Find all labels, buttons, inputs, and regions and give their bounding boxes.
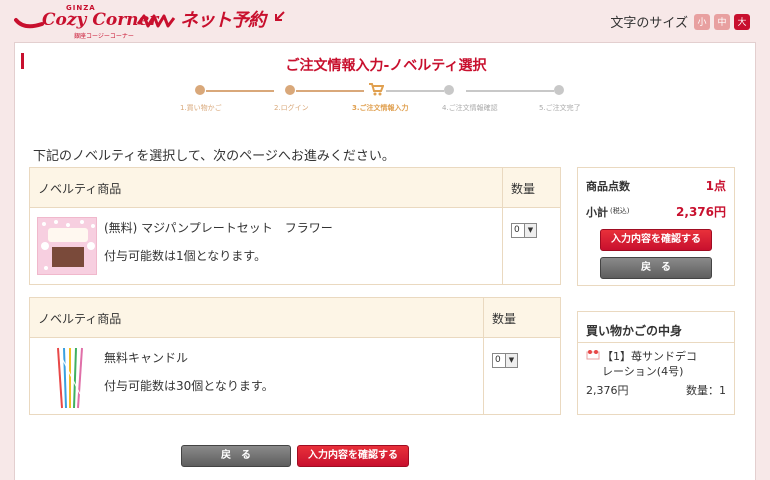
step-1-dot	[195, 85, 205, 95]
chevron-down-icon: ▼	[505, 354, 517, 367]
marzipan-plate-illustration	[38, 218, 96, 274]
net-reservation-text: ネット予約	[180, 10, 266, 31]
step-connector	[386, 90, 444, 92]
font-size-label: 文字のサイズ	[610, 16, 688, 31]
bottom-back-button[interactable]: 戻 る	[181, 445, 291, 467]
step-4-dot	[444, 85, 454, 95]
novelty-name: 無料キャンドル	[104, 351, 189, 365]
step-connector	[466, 90, 554, 92]
novelty-note: 付与可能数は1個となります。	[104, 249, 267, 263]
font-size-switcher: 文字のサイズ 小 中 大	[610, 12, 750, 31]
qty-value: 0	[514, 225, 520, 235]
progress-steps: 1.買い物かご 2.ログイン 3.ご注文情報入力 4.ご注文情報確認 5.ご注文…	[15, 83, 757, 125]
logo-sub-text: 銀座コージーコーナー	[74, 33, 134, 40]
column-header-qty: 数量	[511, 182, 536, 196]
cart-item-price: 2,376円	[586, 384, 629, 397]
main-panel: ご注文情報入力-ノベルティ選択 1.買い物かご 2.ログイン 3.ご注文情報入力…	[14, 42, 756, 480]
step-5-dot	[554, 85, 564, 95]
order-summary-box: 商品点数 1点 小計 (税込) 2,376円 入力内容を確認する 戻 る	[577, 167, 735, 286]
table-header: ノベルティ商品 数量	[30, 168, 560, 208]
novelty-qty-select[interactable]: 0 ▼	[492, 353, 518, 368]
cake-image	[586, 350, 600, 360]
column-divider	[502, 168, 503, 284]
step-3-label: 3.ご注文情報入力	[352, 104, 409, 112]
bottom-confirm-button[interactable]: 入力内容を確認する	[297, 445, 409, 467]
chevron-down-icon: ▼	[524, 224, 536, 237]
site-header: GINZA Cozy Corner 銀座コージーコーナー ネット予約 文字のサイ…	[0, 0, 770, 40]
cart-item-name-line2[interactable]: レーション(4号)	[602, 363, 683, 379]
step-2-label: 2.ログイン	[274, 104, 309, 112]
font-size-large-button[interactable]: 大	[734, 13, 750, 30]
subtotal-value: 2,376円	[676, 205, 726, 219]
net-reservation-banner[interactable]: ネット予約	[136, 4, 286, 34]
subtotal-label: 小計	[586, 206, 608, 219]
novelty-qty-select[interactable]: 0 ▼	[511, 223, 537, 238]
qty-value: 0	[495, 355, 501, 365]
back-button[interactable]: 戻 る	[600, 257, 712, 279]
subtotal-tax-label: (税込)	[610, 207, 630, 215]
novelty-name: (無料) マジパンプレートセット フラワー	[104, 221, 333, 235]
column-header-item: ノベルティ商品	[38, 182, 122, 196]
novelty-note: 付与可能数は30個となります。	[104, 379, 274, 393]
cozy-corner-logo[interactable]: GINZA Cozy Corner 銀座コージーコーナー	[14, 4, 158, 40]
intro-text: 下記のノベルティを選択して、次のページへお進みください。	[33, 149, 395, 164]
step-connector	[296, 90, 364, 92]
item-count-label: 商品点数	[586, 180, 630, 193]
column-header-item: ノベルティ商品	[38, 312, 122, 326]
column-divider	[483, 298, 484, 414]
page-title: ご注文情報入力-ノベルティ選択	[285, 58, 487, 74]
column-header-qty: 数量	[492, 312, 517, 326]
wave-icon	[136, 14, 176, 28]
step-2-dot	[285, 85, 295, 95]
novelty-table: ノベルティ商品 数量 (無料) マジパンプレートセット フラワー 付与可能数は1…	[29, 167, 561, 285]
table-header: ノベルティ商品 数量	[30, 298, 560, 338]
cart-item-qty: 数量：1	[686, 384, 726, 397]
logo-swoosh-icon	[14, 18, 44, 29]
novelty-table: ノベルティ商品 数量 無料キャンドル 付与可能数は30個となります。 0 ▼	[29, 297, 561, 415]
step-4-label: 4.ご注文情報確認	[442, 104, 498, 112]
arrow-icon	[275, 11, 285, 21]
cart-contents-box: 買い物かごの中身 【1】苺サンドデコ レーション(4号) 2,376円 数量：1	[577, 311, 735, 415]
step-5-label: 5.ご注文完了	[539, 104, 581, 112]
cart-item-name-line1[interactable]: 【1】苺サンドデコ	[602, 348, 697, 364]
item-count-value: 1点	[705, 179, 726, 193]
font-size-small-button[interactable]: 小	[694, 13, 710, 30]
cart-title: 買い物かごの中身	[586, 324, 683, 338]
font-size-medium-button[interactable]: 中	[714, 13, 730, 30]
cart-divider	[578, 342, 734, 343]
confirm-input-button[interactable]: 入力内容を確認する	[600, 229, 712, 251]
candles-illustration	[57, 347, 83, 409]
candle-image	[44, 344, 104, 410]
marzipan-plate-image	[37, 217, 97, 275]
step-connector	[206, 90, 274, 92]
step-1-label: 1.買い物かご	[180, 104, 222, 112]
cart-icon	[369, 83, 384, 96]
